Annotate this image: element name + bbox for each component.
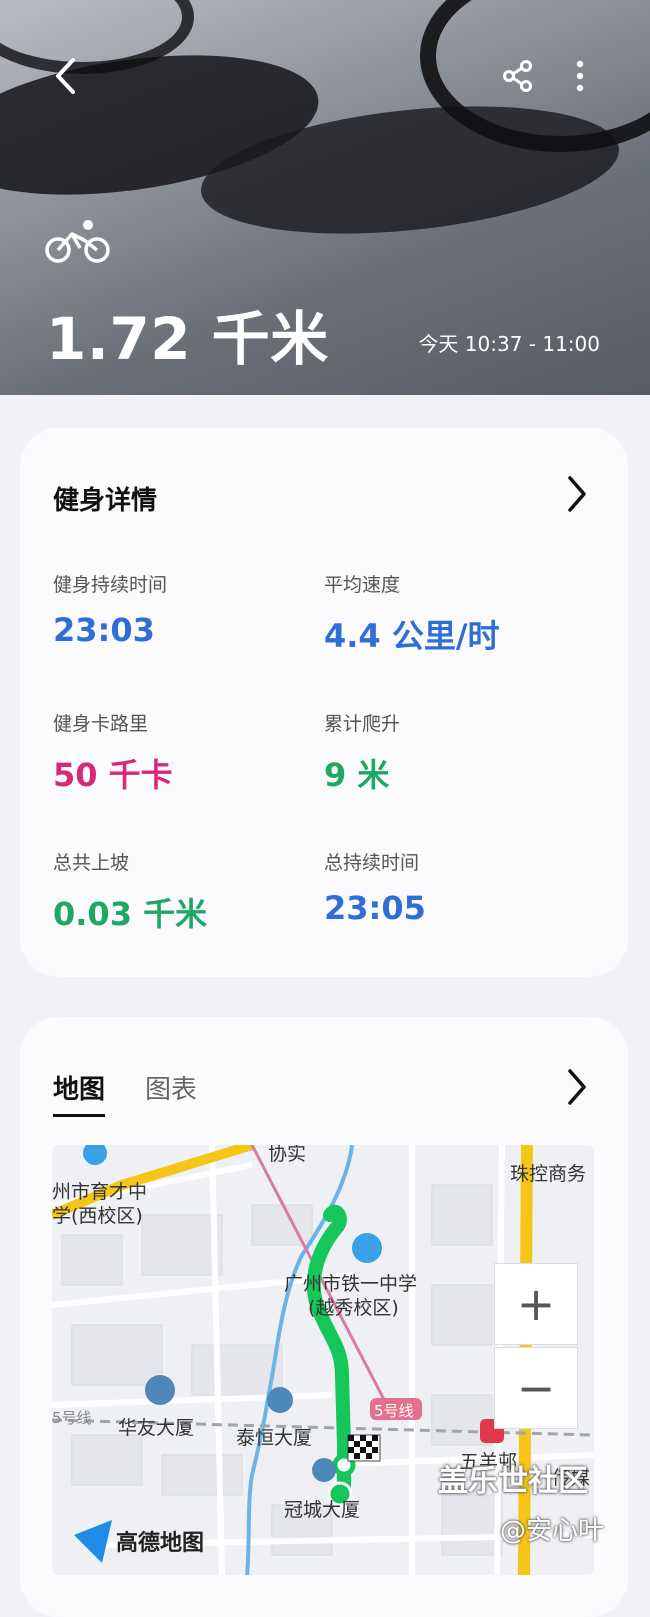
map-label: 协实 <box>268 1145 307 1165</box>
stat-value: 50 千卡 <box>53 756 173 794</box>
stat-total-duration: 总持续时间 23:05 <box>324 848 426 927</box>
map-label: 泰恒大厦 <box>236 1427 313 1449</box>
time-range: 今天 10:37 - 11:00 <box>418 332 600 356</box>
hero-banner: 1.72 千米 今天 10:37 - 11:00 <box>0 0 650 395</box>
more-vertical-icon <box>576 60 584 92</box>
stat-label: 健身卡路里 <box>53 713 149 735</box>
tab-chart[interactable]: 图表 <box>145 1069 197 1117</box>
stat-label: 平均速度 <box>324 574 401 596</box>
watermark-text: 盖乐世社区 <box>438 1464 588 1499</box>
stat-label: 健身持续时间 <box>53 574 168 596</box>
distance-value: 1.72 千米 <box>46 305 329 373</box>
bicycle-icon <box>44 218 112 270</box>
zoom-in-button[interactable]: + <box>494 1263 578 1345</box>
chevron-left-icon <box>56 58 75 94</box>
map-label: 华友大厦 <box>118 1417 195 1439</box>
map-label: 5号线 <box>374 1402 414 1420</box>
fitness-details-card[interactable]: 健身详情 健身持续时间 23:03 平均速度 4.4 公里/时 健身卡路里 50… <box>20 428 628 977</box>
stat-avg-speed: 平均速度 4.4 公里/时 <box>324 570 500 657</box>
chevron-right-icon <box>568 476 586 512</box>
stat-value: 23:05 <box>324 889 426 927</box>
map-label: 州市育才中 <box>52 1181 148 1203</box>
map-open-button[interactable] <box>566 1067 588 1111</box>
zoom-out-button[interactable]: − <box>494 1347 578 1429</box>
stat-value: 9 米 <box>324 756 390 794</box>
map-label: 冠城大厦 <box>284 1499 361 1521</box>
tab-map[interactable]: 地图 <box>53 1069 106 1117</box>
map-label: 广州市铁一中学 <box>284 1273 418 1295</box>
watermark-author: @安心叶 <box>500 1516 605 1546</box>
stat-value: 0.03 千米 <box>53 895 208 933</box>
share-icon <box>503 60 532 92</box>
share-button[interactable] <box>490 48 546 104</box>
map-label: (越秀校区) <box>308 1297 399 1319</box>
more-button[interactable] <box>552 48 608 104</box>
stat-duration: 健身持续时间 23:03 <box>53 570 167 649</box>
map-label: 学(西校区) <box>52 1205 143 1227</box>
card-title: 健身详情 <box>53 486 158 516</box>
stat-value: 23:03 <box>53 611 155 649</box>
top-bar <box>0 40 650 110</box>
map-tabs: 地图 图表 <box>53 1069 197 1117</box>
stat-uphill: 总共上坡 0.03 千米 <box>53 848 207 935</box>
stat-label: 总持续时间 <box>324 852 420 874</box>
stat-calories: 健身卡路里 50 千卡 <box>53 709 173 796</box>
stat-label: 累计爬升 <box>324 713 401 735</box>
stat-label: 总共上坡 <box>53 852 130 874</box>
details-open-button[interactable] <box>566 474 588 518</box>
chevron-right-icon <box>568 1069 586 1105</box>
back-button[interactable] <box>38 48 94 104</box>
map-label: 珠控商务 <box>510 1163 587 1185</box>
map-label: 5号线 <box>52 1409 92 1427</box>
stat-climb: 累计爬升 9 米 <box>324 709 400 796</box>
map-provider-logo: 高德地图 <box>116 1531 205 1556</box>
stat-value: 4.4 公里/时 <box>324 617 500 655</box>
